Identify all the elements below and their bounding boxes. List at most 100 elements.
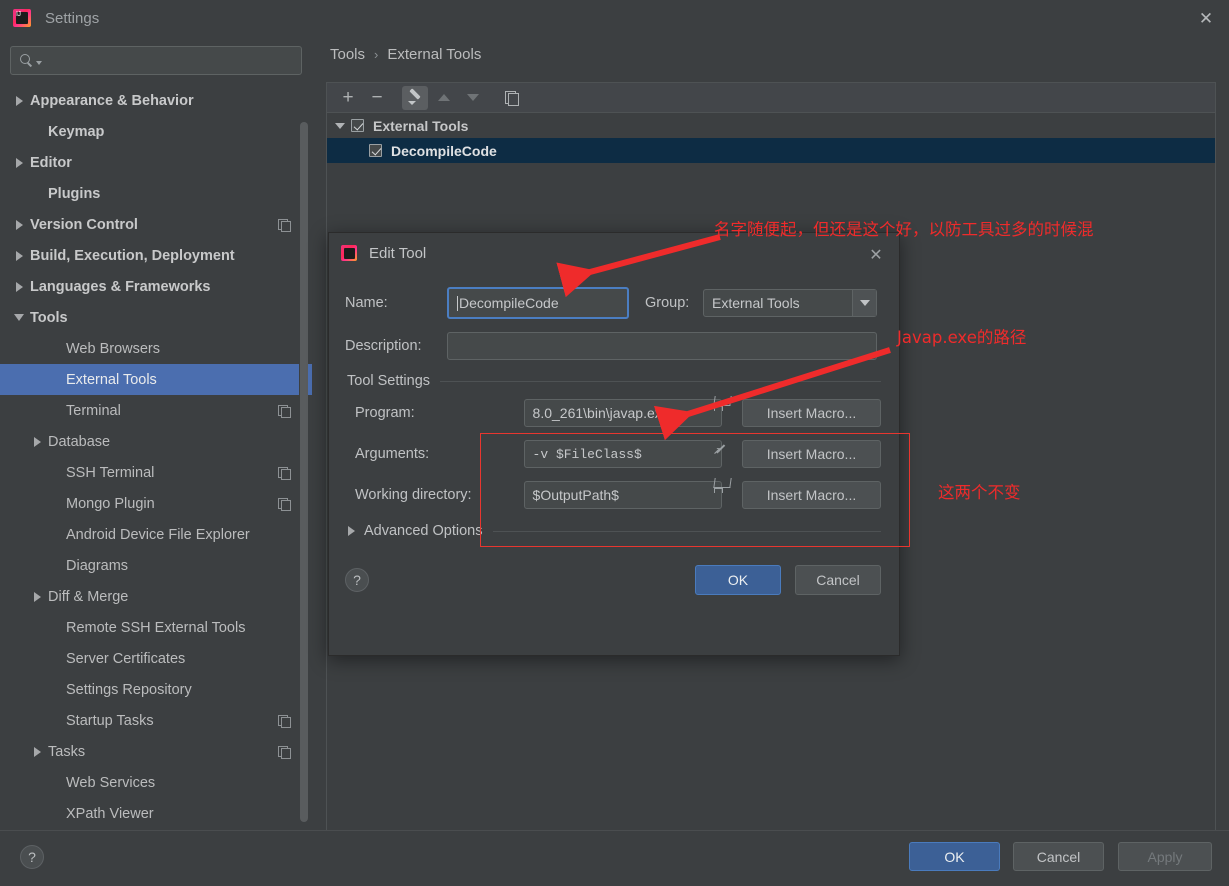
expander-slot[interactable] (26, 436, 48, 447)
sidebar-item-android-device-file-explorer[interactable]: Android Device File Explorer (0, 519, 312, 550)
search-box[interactable] (10, 46, 302, 75)
table-row[interactable]: DecompileCode (327, 138, 1215, 163)
sidebar-item-diff-merge[interactable]: Diff & Merge (0, 581, 312, 612)
sidebar-scrollbar-thumb[interactable] (300, 122, 308, 822)
edit-button[interactable] (402, 85, 428, 110)
dialog-cancel-button[interactable]: Cancel (795, 565, 881, 595)
insert-macro-arguments-button[interactable]: Insert Macro... (741, 440, 881, 468)
sidebar-item-plugins[interactable]: Plugins (0, 178, 312, 209)
expander-slot[interactable] (26, 746, 48, 757)
edit-tool-body: Name: DecompileCode Group: External Tool… (329, 273, 899, 595)
help-button[interactable]: ? (345, 568, 369, 592)
sidebar-item-appearance-behavior[interactable]: Appearance & Behavior (0, 85, 312, 116)
remove-button[interactable]: − (364, 86, 390, 110)
settings-help-button[interactable]: ? (20, 845, 44, 869)
sidebar-item-editor[interactable]: Editor (0, 147, 312, 178)
table-row[interactable]: External Tools (327, 113, 1215, 138)
chevron-right-icon[interactable] (15, 281, 23, 292)
sidebar-item-xpath-viewer[interactable]: XPath Viewer (0, 798, 312, 829)
expander-slot[interactable] (8, 95, 30, 106)
chevron-right-icon[interactable] (15, 157, 23, 168)
sidebar-item-mongo-plugin[interactable]: Mongo Plugin (0, 488, 312, 519)
sidebar-item-tasks[interactable]: Tasks (0, 736, 312, 767)
search-input[interactable] (42, 53, 301, 68)
sidebar-item-terminal[interactable]: Terminal (0, 395, 312, 426)
chevron-right-icon[interactable] (33, 436, 41, 447)
settings-cancel-button[interactable]: Cancel (1013, 842, 1104, 871)
intellij-idea-logo-icon (13, 9, 31, 27)
annotation-unchanged-note: 这两个不变 (938, 483, 1021, 502)
arguments-row: Arguments: -v $FileClass$ Insert Macro..… (355, 440, 881, 468)
tree-row-label: DecompileCode (391, 142, 497, 159)
description-input[interactable] (447, 332, 877, 360)
breadcrumb-root[interactable]: Tools (330, 46, 365, 63)
sidebar-item-label: Tools (30, 309, 68, 326)
checkbox[interactable] (351, 119, 364, 132)
expander-slot[interactable] (26, 591, 48, 602)
checkbox[interactable] (369, 144, 382, 157)
edit-tool-close-icon[interactable]: ✕ (861, 241, 891, 269)
insert-macro-working-directory-button[interactable]: Insert Macro... (741, 481, 881, 509)
sidebar-item-external-tools[interactable]: External Tools (0, 364, 312, 395)
sidebar-item-keymap[interactable]: Keymap (0, 116, 312, 147)
arguments-input[interactable]: -v $FileClass$ (523, 440, 722, 468)
sidebar-item-remote-ssh-external-tools[interactable]: Remote SSH External Tools (0, 612, 312, 643)
chevron-down-icon[interactable] (852, 290, 876, 316)
project-scope-icon (278, 404, 291, 418)
sidebar-item-database[interactable]: Database (0, 426, 312, 457)
group-select-value: External Tools (712, 295, 800, 311)
advanced-options-section[interactable]: Advanced Options (345, 523, 881, 539)
expander-slot[interactable] (8, 250, 30, 261)
copy-button[interactable] (498, 86, 524, 110)
settings-ok-button[interactable]: OK (909, 842, 1000, 871)
sidebar-item-label: Languages & Frameworks (30, 278, 211, 295)
dialog-ok-button[interactable]: OK (695, 565, 781, 595)
sidebar-item-label: Keymap (48, 123, 105, 140)
expander-slot[interactable] (8, 281, 30, 292)
sidebar-item-tools[interactable]: Tools (0, 302, 312, 333)
sidebar-item-startup-tasks[interactable]: Startup Tasks (0, 705, 312, 736)
chevron-right-icon[interactable] (15, 250, 23, 261)
sidebar-item-ssh-terminal[interactable]: SSH Terminal (0, 457, 312, 488)
sidebar-item-build-execution-deployment[interactable]: Build, Execution, Deployment (0, 240, 312, 271)
settings-category-tree[interactable]: Appearance & Behavior Keymap Editor Plugins… (0, 85, 312, 830)
sidebar-item-settings-repository[interactable]: Settings Repository (0, 674, 312, 705)
sidebar-item-diagrams[interactable]: Diagrams (0, 550, 312, 581)
sidebar-item-version-control[interactable]: Version Control (0, 209, 312, 240)
sidebar-item-web-services[interactable]: Web Services (0, 767, 312, 798)
search-wrapper (0, 36, 312, 75)
sidebar-item-label: Remote SSH External Tools (66, 619, 246, 636)
chevron-right-icon[interactable] (15, 219, 23, 230)
settings-sidebar: Appearance & Behavior Keymap Editor Plugins… (0, 36, 312, 860)
move-up-button[interactable] (431, 86, 457, 110)
chevron-right-icon[interactable] (348, 526, 355, 536)
expander-slot[interactable] (8, 219, 30, 230)
program-input[interactable]: 8.0_261\bin\javap.exe (523, 399, 722, 427)
working-directory-input[interactable]: $OutputPath$ (523, 481, 722, 509)
expander-slot[interactable] (8, 314, 30, 321)
description-row: Description: (345, 332, 881, 360)
section-divider (492, 530, 881, 532)
sidebar-item-web-browsers[interactable]: Web Browsers (0, 333, 312, 364)
sidebar-item-server-certificates[interactable]: Server Certificates (0, 643, 312, 674)
add-button[interactable]: + (335, 86, 361, 110)
close-icon[interactable]: ✕ (1183, 0, 1229, 36)
sidebar-item-label: Diff & Merge (48, 588, 129, 605)
annotation-program-note: Javap.exe的路径 (897, 328, 1027, 347)
external-tools-tree[interactable]: External Tools DecompileCode (327, 113, 1215, 163)
move-down-button[interactable] (460, 86, 486, 110)
group-select[interactable]: External Tools (703, 289, 877, 317)
group-label: Group: (645, 295, 690, 311)
sidebar-item-label: Terminal (66, 402, 121, 419)
settings-apply-button[interactable]: Apply (1118, 842, 1212, 871)
chevron-right-icon[interactable] (33, 746, 41, 757)
chevron-down-icon[interactable] (14, 314, 24, 321)
description-label: Description: (345, 338, 422, 354)
sidebar-item-languages-frameworks[interactable]: Languages & Frameworks (0, 271, 312, 302)
chevron-right-icon[interactable] (15, 95, 23, 106)
expander-slot[interactable] (8, 157, 30, 168)
chevron-down-icon[interactable] (335, 122, 345, 129)
chevron-right-icon[interactable] (33, 591, 41, 602)
name-input[interactable]: DecompileCode (447, 287, 629, 319)
insert-macro-program-button[interactable]: Insert Macro... (741, 399, 881, 427)
